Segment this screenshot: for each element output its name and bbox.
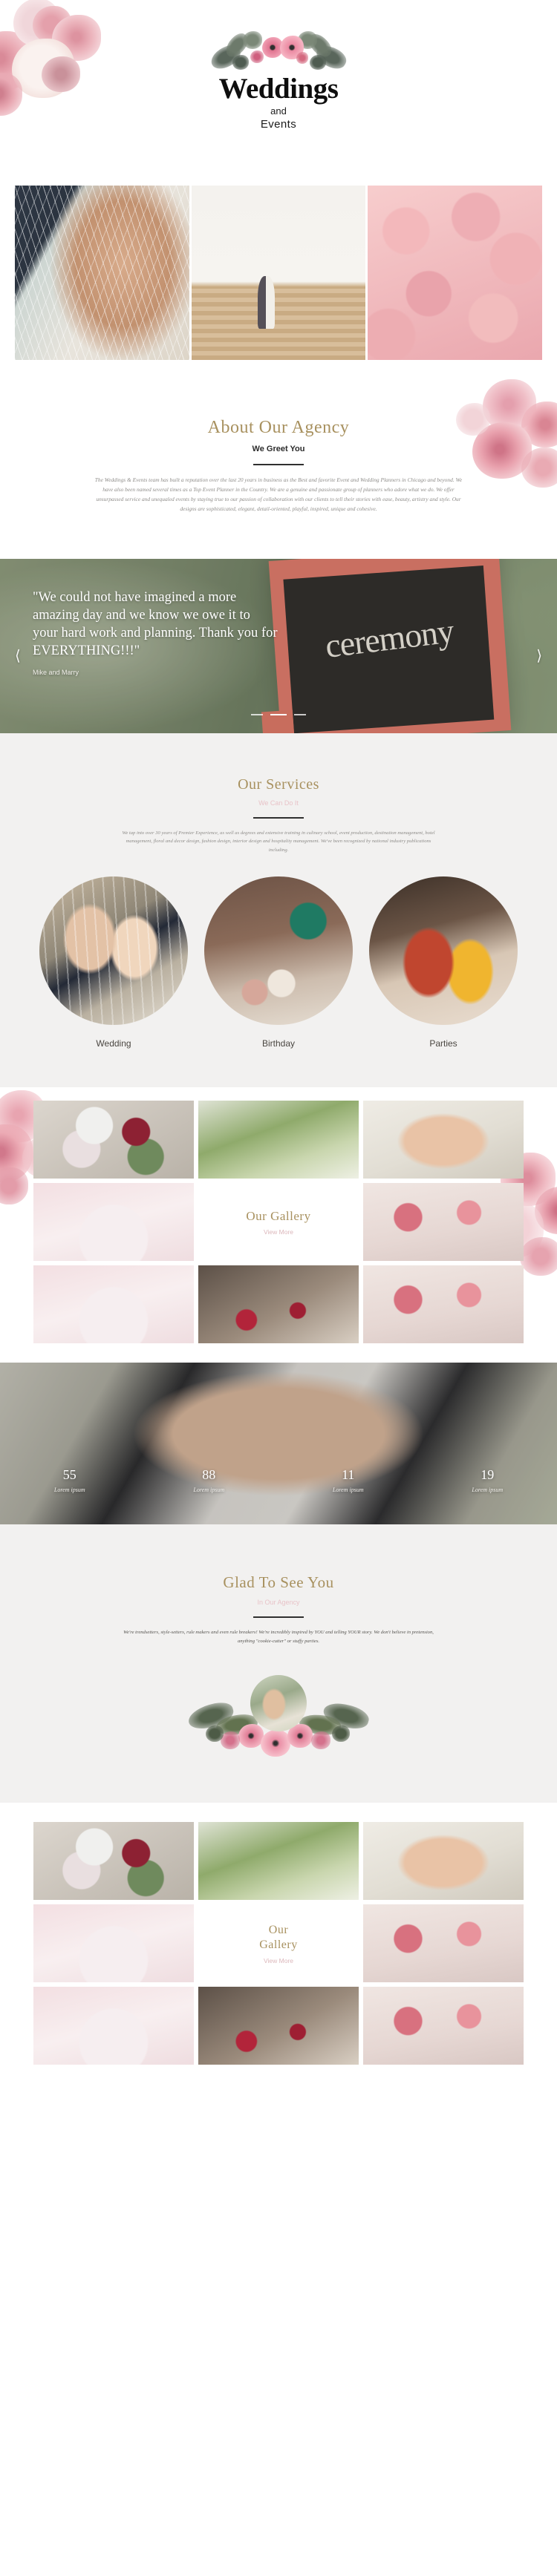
stat-number-2: 88 [202,1467,216,1483]
logo-events-text: Events [260,118,297,131]
site-header: Weddings and Events [0,0,557,186]
gallery2-tile-garden[interactable] [198,1822,359,1901]
stat-label-3: Lorem ipsum [332,1487,364,1494]
about-title: About Our Agency [207,418,350,437]
service-image-birthday[interactable] [204,876,353,1026]
services-divider [253,816,304,819]
stats-row: 55 Lorem ipsum 88 Lorem ipsum 11 Lorem i… [0,1467,557,1493]
testimonial-content: "We could not have imagined a more amazi… [33,589,278,676]
hero-image-strip [0,186,557,360]
services-body-text: We tap into over 30 years of Premier Exp… [122,830,435,853]
gallery-title-block: Our Gallery View More [198,1183,359,1262]
gallery-section-secondary: Our Gallery View More [0,1803,557,2095]
service-label-parties: Parties [429,1038,457,1049]
glad-subtitle: In Our Agency [257,1599,300,1607]
slider-pagination[interactable] [0,708,557,721]
stat-number-3: 11 [342,1467,355,1483]
floral-wreath-icon [197,21,360,79]
gallery-tile-cake[interactable] [33,1183,194,1262]
gallery2-tile-petals[interactable] [198,1987,359,2065]
glad-divider [253,1616,304,1619]
gallery2-tile-cake[interactable] [33,1904,194,1983]
gallery2-tile-table-2[interactable] [363,1987,524,2065]
gallery2-tile-reception-table[interactable] [363,1904,524,1983]
gallery2-title-line2: Gallery [259,1938,298,1951]
testimonial-slider: ceremony "We could not have imagined a m… [0,558,557,733]
gallery-tile-reception-table[interactable] [363,1183,524,1262]
service-card-parties[interactable]: Parties [369,876,518,1049]
floral-decoration-about-right [450,376,557,510]
about-divider [253,464,304,465]
wreath-couple-photo[interactable] [250,1675,307,1732]
hero-image-couple-steps[interactable] [191,186,366,360]
gallery-grid: Our Gallery View More [0,1101,557,1344]
gallery2-tile-hands-heart[interactable] [363,1822,524,1901]
service-card-wedding[interactable]: Wedding [39,876,188,1049]
testimonial-author: Mike and Marry [33,669,79,676]
chevron-left-icon[interactable]: ⟨ [15,646,21,665]
gallery-tile-cake-2[interactable] [33,1265,194,1344]
gallery-tile-garden[interactable] [198,1101,359,1179]
stats-overlay [0,1363,557,1525]
slider-dash-1[interactable] [250,713,263,715]
stat-item-3: 11 Lorem ipsum [278,1467,418,1493]
service-image-parties[interactable] [369,876,518,1026]
stat-item-1: 55 Lorem ipsum [0,1467,140,1493]
glad-title: Glad To See You [223,1573,334,1592]
floral-wreath-photo-frame [167,1671,390,1760]
gallery-section: Our Gallery View More [0,1087,557,1363]
stats-section: 55 Lorem ipsum 88 Lorem ipsum 11 Lorem i… [0,1363,557,1525]
stat-item-2: 88 Lorem ipsum [140,1467,279,1493]
testimonial-quote: "We could not have imagined a more amazi… [33,589,278,658]
gallery-view-more-link[interactable]: View More [264,1228,293,1236]
gallery2-tile-bouquet[interactable] [33,1822,194,1901]
service-card-birthday[interactable]: Birthday [204,876,353,1049]
services-card-row: Wedding Birthday Parties [0,876,557,1049]
stat-number-1: 55 [62,1467,76,1483]
stat-item-4: 19 Lorem ipsum [418,1467,557,1493]
service-image-wedding[interactable] [39,876,188,1026]
gallery2-tile-cake-2[interactable] [33,1987,194,2065]
gallery2-view-more-link[interactable]: View More [264,1957,293,1964]
site-logo[interactable]: Weddings and Events [0,21,557,131]
stat-label-1: Lorem ipsum [53,1487,85,1494]
about-section: About Our Agency We Greet You The Weddin… [0,360,557,559]
hero-image-bride-back[interactable] [15,186,189,360]
service-label-birthday: Birthday [261,1038,296,1049]
gallery-tile-petals[interactable] [198,1265,359,1344]
services-title: Our Services [238,776,319,793]
stat-label-2: Lorem ipsum [193,1487,225,1494]
chevron-right-icon[interactable]: ⟩ [536,646,542,665]
services-subtitle: We Can Do It [258,799,299,807]
gallery-tile-table-2[interactable] [363,1265,524,1344]
about-body-text: The Weddings & Events team has built a r… [94,476,463,512]
services-section: Our Services We Can Do It We tap into ov… [0,733,557,1088]
gallery-grid-secondary: Our Gallery View More [0,1822,557,2065]
slider-dash-3[interactable] [294,713,307,715]
glad-to-see-you-section: Glad To See You In Our Agency We're tren… [0,1524,557,1803]
gallery-title: Our Gallery [246,1208,311,1223]
slider-dash-2[interactable] [270,713,287,715]
wedding-landing-page: Weddings and Events About Our Agency We … [0,0,557,2095]
glad-body-text: We're trendsetters, style-setters, rule … [123,1630,434,1644]
gallery2-title-line1: Our [268,1923,289,1936]
about-subtitle: We Greet You [252,445,305,453]
stat-number-4: 19 [481,1467,495,1483]
stat-label-4: Lorem ipsum [472,1487,504,1494]
service-label-wedding: Wedding [96,1038,131,1049]
logo-and-text: and [270,105,287,117]
hero-image-ranunculus[interactable] [368,186,543,360]
gallery-tile-bouquet[interactable] [33,1101,194,1179]
gallery-tile-hands-heart[interactable] [363,1101,524,1179]
gallery2-title-block: Our Gallery View More [198,1904,359,1983]
